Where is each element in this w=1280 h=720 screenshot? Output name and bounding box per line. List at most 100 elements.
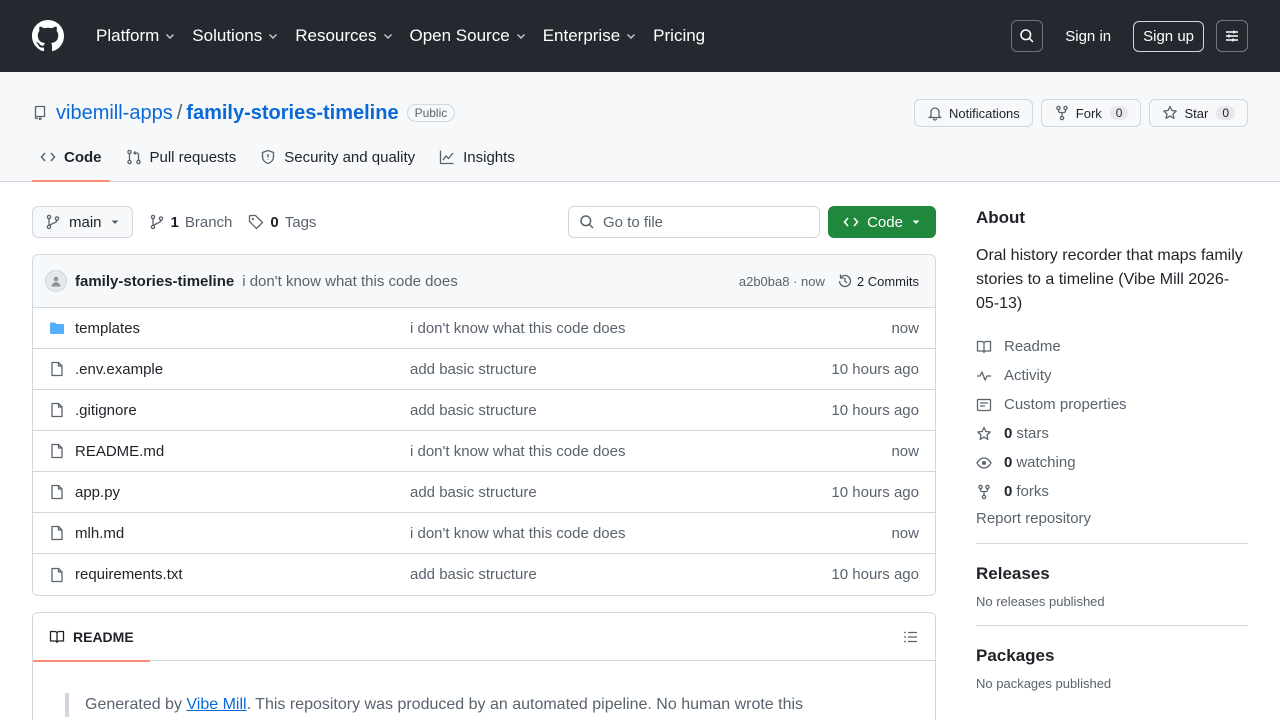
- star-count: 0: [1216, 106, 1235, 120]
- file-age: 10 hours ago: [831, 483, 919, 501]
- commits-link[interactable]: 2 Commits: [837, 273, 919, 289]
- releases-heading[interactable]: Releases: [976, 564, 1248, 584]
- menu-button[interactable]: [1216, 20, 1248, 52]
- sidebar: About Oral history recorder that maps fa…: [976, 206, 1248, 720]
- sign-in-link[interactable]: Sign in: [1055, 28, 1121, 45]
- branch-selector[interactable]: main: [32, 206, 133, 238]
- pulse-icon: [977, 370, 991, 381]
- file-name[interactable]: mlh.md: [75, 525, 410, 542]
- file-icon: [51, 402, 63, 418]
- note-icon: [976, 398, 992, 411]
- notifications-button[interactable]: Notifications: [913, 99, 1033, 127]
- about-heading: About: [976, 208, 1026, 227]
- readme-panel: README Generated by Vibe Mill. This repo…: [32, 612, 936, 720]
- readme-blockquote: Generated by Vibe Mill. This repository …: [65, 693, 903, 717]
- table-row[interactable]: mlh.md i don't know what this code does …: [33, 513, 935, 554]
- avatar[interactable]: [45, 270, 67, 292]
- file-age: now: [891, 442, 919, 460]
- folder-icon: [50, 322, 64, 334]
- table-row[interactable]: .env.example add basic structure 10 hour…: [33, 349, 935, 390]
- tab-pull-requests[interactable]: Pull requests: [118, 133, 245, 181]
- table-row[interactable]: templates i don't know what this code do…: [33, 308, 935, 349]
- packages-heading[interactable]: Packages: [976, 646, 1248, 666]
- sign-up-button[interactable]: Sign up: [1133, 20, 1204, 52]
- stars-link[interactable]: 0 stars: [976, 419, 1248, 448]
- file-commit-message[interactable]: add basic structure: [410, 402, 831, 419]
- nav-resources[interactable]: Resources: [287, 18, 401, 54]
- fork-icon: [1056, 105, 1068, 121]
- chevron-down-icon: [383, 34, 392, 39]
- code-dropdown-button[interactable]: Code: [828, 206, 936, 238]
- watching-link[interactable]: 0 watching: [976, 448, 1248, 477]
- report-repository-link[interactable]: Report repository: [976, 510, 1248, 544]
- vibe-mill-link[interactable]: Vibe Mill: [186, 696, 246, 713]
- visibility-badge: Public: [406, 104, 456, 122]
- star-icon: [977, 426, 991, 440]
- file-commit-message[interactable]: add basic structure: [410, 361, 831, 378]
- search-button[interactable]: [1011, 20, 1044, 52]
- github-logo-icon[interactable]: [32, 20, 64, 52]
- search-icon: [1020, 29, 1034, 43]
- pull-request-icon: [126, 149, 141, 165]
- activity-link[interactable]: Activity: [976, 361, 1248, 390]
- file-commit-message[interactable]: add basic structure: [410, 566, 831, 583]
- forks-link[interactable]: 0 forks: [976, 477, 1248, 506]
- file-toolbar: main 1 Branch 0 Tags Go to file Code: [32, 206, 936, 238]
- file-browser-column: main 1 Branch 0 Tags Go to file Code fam…: [32, 206, 936, 720]
- branch-icon: [150, 214, 163, 230]
- file-name[interactable]: README.md: [75, 443, 410, 460]
- repo-title-row: vibemill-apps / family-stories-timeline …: [0, 72, 1280, 134]
- tab-security[interactable]: Security and quality: [252, 133, 423, 181]
- header-actions: Sign in Sign up: [1011, 20, 1248, 52]
- file-name[interactable]: .env.example: [75, 361, 410, 378]
- nav-open-source[interactable]: Open Source: [402, 18, 535, 54]
- file-icon: [51, 484, 63, 500]
- file-commit-message[interactable]: i don't know what this code does: [410, 525, 891, 542]
- chevron-down-icon: [269, 34, 278, 39]
- repo-owner-link[interactable]: vibemill-apps: [56, 102, 173, 125]
- star-button[interactable]: Star 0: [1149, 99, 1248, 127]
- chevron-down-icon: [516, 34, 525, 39]
- readme-header: README: [33, 613, 935, 662]
- file-commit-message[interactable]: i don't know what this code does: [410, 443, 891, 460]
- fork-button[interactable]: Fork 0: [1040, 99, 1142, 127]
- file-age: 10 hours ago: [831, 566, 919, 583]
- file-name[interactable]: .gitignore: [75, 402, 410, 419]
- tab-code[interactable]: Code: [32, 133, 110, 182]
- tab-readme[interactable]: README: [33, 613, 150, 662]
- table-row[interactable]: requirements.txt add basic structure 10 …: [33, 554, 935, 595]
- sliders-icon: [1226, 30, 1238, 42]
- book-icon: [976, 340, 992, 353]
- file-icon: [51, 567, 63, 582]
- nav-pricing[interactable]: Pricing: [645, 18, 713, 54]
- tags-link[interactable]: 0 Tags: [248, 214, 316, 231]
- list-outline-icon[interactable]: [903, 629, 919, 645]
- fork-count: 0: [1109, 106, 1129, 120]
- file-icon: [51, 525, 63, 541]
- table-row[interactable]: app.py add basic structure 10 hours ago: [33, 472, 935, 513]
- caret-down-icon: [111, 220, 119, 224]
- file-name[interactable]: requirements.txt: [75, 566, 410, 583]
- file-commit-message[interactable]: add basic structure: [410, 484, 831, 501]
- commit-message[interactable]: i don't know what this code does: [242, 273, 458, 290]
- fork-icon: [978, 484, 990, 499]
- readme-link[interactable]: Readme: [976, 332, 1248, 361]
- repo-separator: /: [176, 101, 183, 124]
- repo-name-link[interactable]: family-stories-timeline: [186, 102, 398, 125]
- file-name[interactable]: templates: [75, 320, 410, 337]
- commit-author[interactable]: family-stories-timeline: [75, 273, 234, 290]
- file-name[interactable]: app.py: [75, 484, 410, 501]
- file-commit-message[interactable]: i don't know what this code does: [410, 320, 891, 337]
- table-row[interactable]: .gitignore add basic structure 10 hours …: [33, 390, 935, 431]
- nav-platform[interactable]: Platform: [88, 18, 184, 54]
- tab-insights[interactable]: Insights: [431, 133, 523, 181]
- custom-properties-link[interactable]: Custom properties: [976, 390, 1248, 419]
- branches-link[interactable]: 1 Branch: [149, 214, 232, 231]
- table-row[interactable]: README.md i don't know what this code do…: [33, 431, 935, 472]
- file-age: 10 hours ago: [831, 401, 919, 419]
- commit-hash-time[interactable]: a2b0ba8 · now: [739, 274, 825, 289]
- nav-solutions[interactable]: Solutions: [184, 18, 287, 54]
- go-to-file-input[interactable]: Go to file: [568, 206, 820, 238]
- chevron-down-icon: [627, 34, 636, 39]
- nav-enterprise[interactable]: Enterprise: [535, 18, 645, 54]
